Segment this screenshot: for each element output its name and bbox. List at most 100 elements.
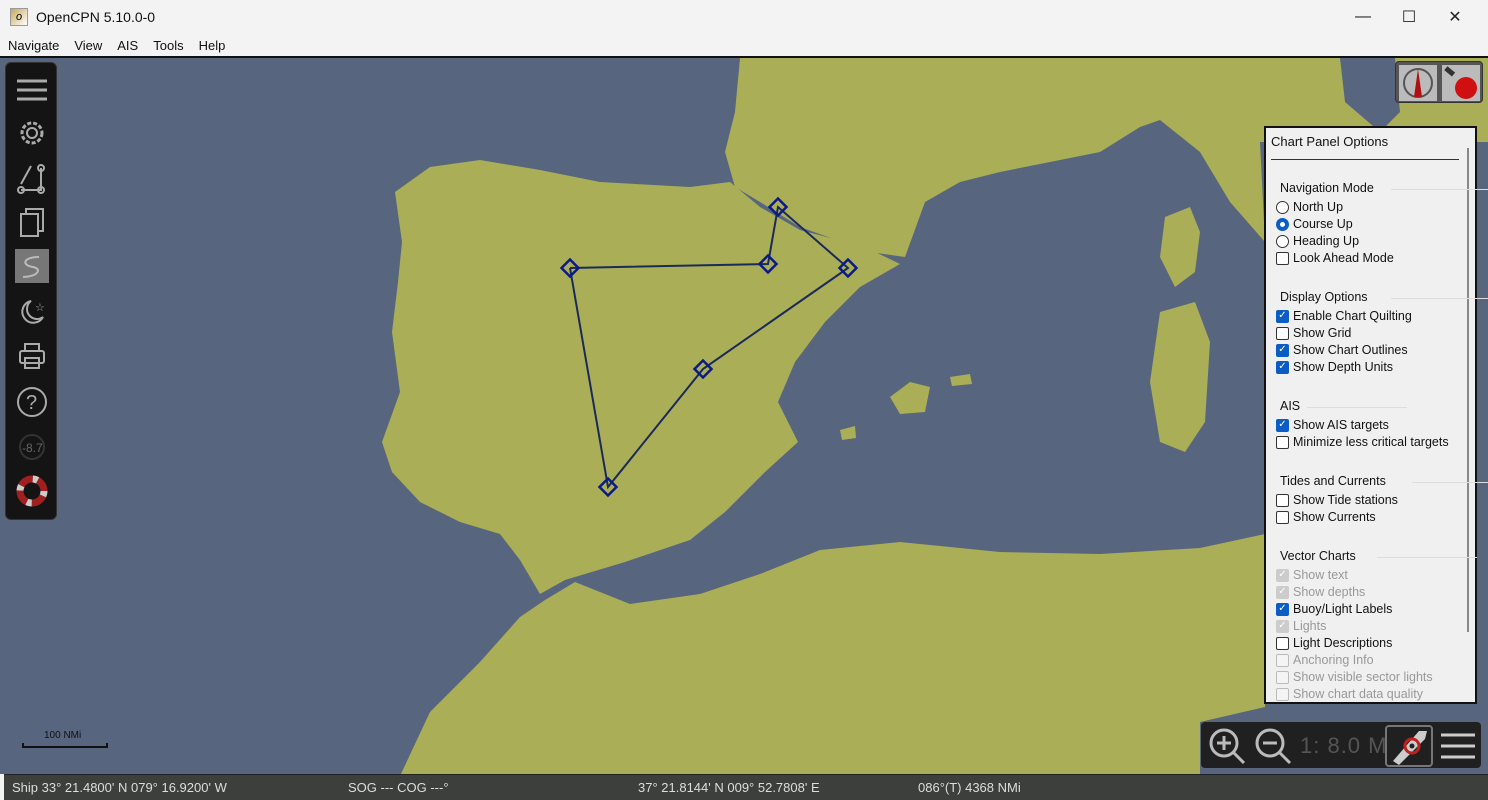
checkbox-show-grid[interactable]: Show Grid xyxy=(1276,326,1351,340)
checkbox-checked-icon: ✓ xyxy=(1276,619,1289,633)
checkbox-minimize-less-critical-targets[interactable]: Minimize less critical targets xyxy=(1276,435,1449,449)
mob-icon xyxy=(16,475,48,507)
radio-north-up[interactable]: North Up xyxy=(1276,200,1343,214)
option-label: North Up xyxy=(1293,200,1344,214)
land-mallorca xyxy=(890,382,930,414)
checkbox-buoy-light-labels[interactable]: ✓ Buoy/Light Labels xyxy=(1276,602,1392,616)
checkbox-enable-chart-quilting[interactable]: ✓ Enable Chart Quilting xyxy=(1276,309,1412,323)
follow-ship-button[interactable] xyxy=(1385,725,1433,767)
option-label: Anchoring Info xyxy=(1293,653,1374,667)
night-mode-button[interactable]: ☆ xyxy=(15,295,49,329)
chart-status-controls xyxy=(1395,61,1483,103)
land-corsica xyxy=(1160,207,1200,287)
checkbox-unchecked-icon xyxy=(1276,435,1289,449)
option-label: Show chart data quality xyxy=(1293,687,1423,701)
option-label: Show Depth Units xyxy=(1293,360,1394,374)
track-icon xyxy=(22,256,40,278)
scale-bar-label: 100 NMi xyxy=(44,730,82,741)
track-button[interactable] xyxy=(15,249,49,283)
menu-help[interactable]: Help xyxy=(191,38,233,53)
divider xyxy=(1377,557,1477,558)
checkbox-unchecked-icon xyxy=(1276,636,1289,650)
checkbox-show-ais-targets[interactable]: ✓ Show AIS targets xyxy=(1276,418,1389,432)
window-title: OpenCPN 5.10.0-0 xyxy=(36,9,156,25)
menu-button[interactable] xyxy=(15,73,49,107)
mob-button[interactable] xyxy=(15,474,49,508)
checkbox-show-depth-units[interactable]: ✓ Show Depth Units xyxy=(1276,360,1393,374)
menu-view[interactable]: View xyxy=(66,38,109,53)
left-toolbar: ☆ ? -8.7 xyxy=(5,62,57,520)
checkbox-light-descriptions[interactable]: Light Descriptions xyxy=(1276,636,1392,650)
radio-icon xyxy=(1276,234,1289,248)
zoom-out-button[interactable] xyxy=(1253,726,1293,766)
checkbox-look-ahead-mode[interactable]: Look Ahead Mode xyxy=(1276,251,1394,265)
option-label: Minimize less critical targets xyxy=(1293,435,1449,449)
status-bar: Ship 33° 21.4800' N 079° 16.9200' W SOG … xyxy=(4,774,1488,800)
option-label: Enable Chart Quilting xyxy=(1293,309,1412,323)
checkbox-show-chart-data-quality: Show chart data quality xyxy=(1276,687,1423,701)
divider xyxy=(1391,298,1488,299)
chart-files-button[interactable] xyxy=(15,205,49,239)
tide-current-button[interactable]: -8.7 xyxy=(15,430,49,464)
checkbox-unchecked-icon xyxy=(1276,687,1289,701)
checkbox-show-currents[interactable]: Show Currents xyxy=(1276,510,1376,524)
cursor-position: 37° 21.8144' N 009° 52.7808' E xyxy=(638,780,820,795)
checkbox-checked-icon: ✓ xyxy=(1276,418,1289,432)
radio-heading-up[interactable]: Heading Up xyxy=(1276,234,1359,248)
checkbox-checked-icon: ✓ xyxy=(1276,343,1289,357)
checkbox-show-depths: ✓ Show depths xyxy=(1276,585,1365,599)
app-icon: o xyxy=(10,8,28,26)
checkbox-checked-icon: ✓ xyxy=(1276,585,1289,599)
checkbox-show-chart-outlines[interactable]: ✓ Show Chart Outlines xyxy=(1276,343,1408,357)
route-button[interactable] xyxy=(15,161,49,195)
settings-icon xyxy=(20,121,44,145)
route-icon xyxy=(17,164,45,194)
tide-current-icon: -8.7 xyxy=(19,434,45,460)
option-label: Show Chart Outlines xyxy=(1293,343,1408,357)
chart-panel-options: Chart Panel Options Navigation Mode North… xyxy=(1264,126,1488,704)
document-icon xyxy=(20,208,44,237)
option-label: Show Currents xyxy=(1293,510,1376,524)
radio-course-up[interactable]: Course Up xyxy=(1276,217,1353,231)
chart-bar-menu-icon[interactable] xyxy=(1439,730,1477,762)
option-label: Show Tide stations xyxy=(1293,493,1398,507)
zoom-in-button[interactable] xyxy=(1207,726,1247,766)
menu-ais[interactable]: AIS xyxy=(109,38,145,53)
checkbox-checked-icon: ✓ xyxy=(1276,602,1289,616)
checkbox-unchecked-icon xyxy=(1276,653,1289,667)
checkbox-show-text: ✓ Show text xyxy=(1276,568,1348,582)
night-mode-icon: ☆ xyxy=(21,300,45,324)
minimize-button[interactable]: — xyxy=(1340,0,1386,34)
checkbox-show-tide-stations[interactable]: Show Tide stations xyxy=(1276,493,1398,507)
checkbox-unchecked-icon xyxy=(1276,510,1289,524)
group-title: Display Options xyxy=(1280,290,1368,304)
radio-icon xyxy=(1276,200,1289,214)
compass-icon xyxy=(1403,68,1433,98)
group-title: Navigation Mode xyxy=(1280,181,1374,195)
menu-navigate[interactable]: Navigate xyxy=(0,38,66,53)
radio-icon xyxy=(1276,217,1289,231)
option-label: Heading Up xyxy=(1293,234,1360,248)
land-menorca xyxy=(950,374,972,386)
gps-status-button[interactable] xyxy=(1442,65,1480,101)
maximize-button[interactable]: ☐ xyxy=(1386,0,1432,34)
divider xyxy=(1271,159,1459,160)
checkbox-lights: ✓ Lights xyxy=(1276,619,1326,633)
svg-text:?: ? xyxy=(26,392,37,414)
divider xyxy=(1391,189,1488,190)
print-button[interactable] xyxy=(15,339,49,373)
compass-button[interactable] xyxy=(1399,65,1437,101)
sog-cog: SOG --- COG ---° xyxy=(348,780,449,795)
help-icon: ? xyxy=(17,387,47,417)
print-icon xyxy=(19,343,45,369)
help-button[interactable]: ? xyxy=(15,385,49,419)
panel-scrollbar[interactable] xyxy=(1467,148,1469,632)
option-label: Course Up xyxy=(1293,217,1353,231)
menu-icon xyxy=(17,79,47,101)
panel-title: Chart Panel Options xyxy=(1271,134,1389,149)
menu-tools[interactable]: Tools xyxy=(145,38,190,53)
option-label: Look Ahead Mode xyxy=(1293,251,1394,265)
settings-button[interactable] xyxy=(15,116,49,150)
group-title: Vector Charts xyxy=(1280,549,1356,563)
close-button[interactable]: ✕ xyxy=(1432,0,1478,34)
